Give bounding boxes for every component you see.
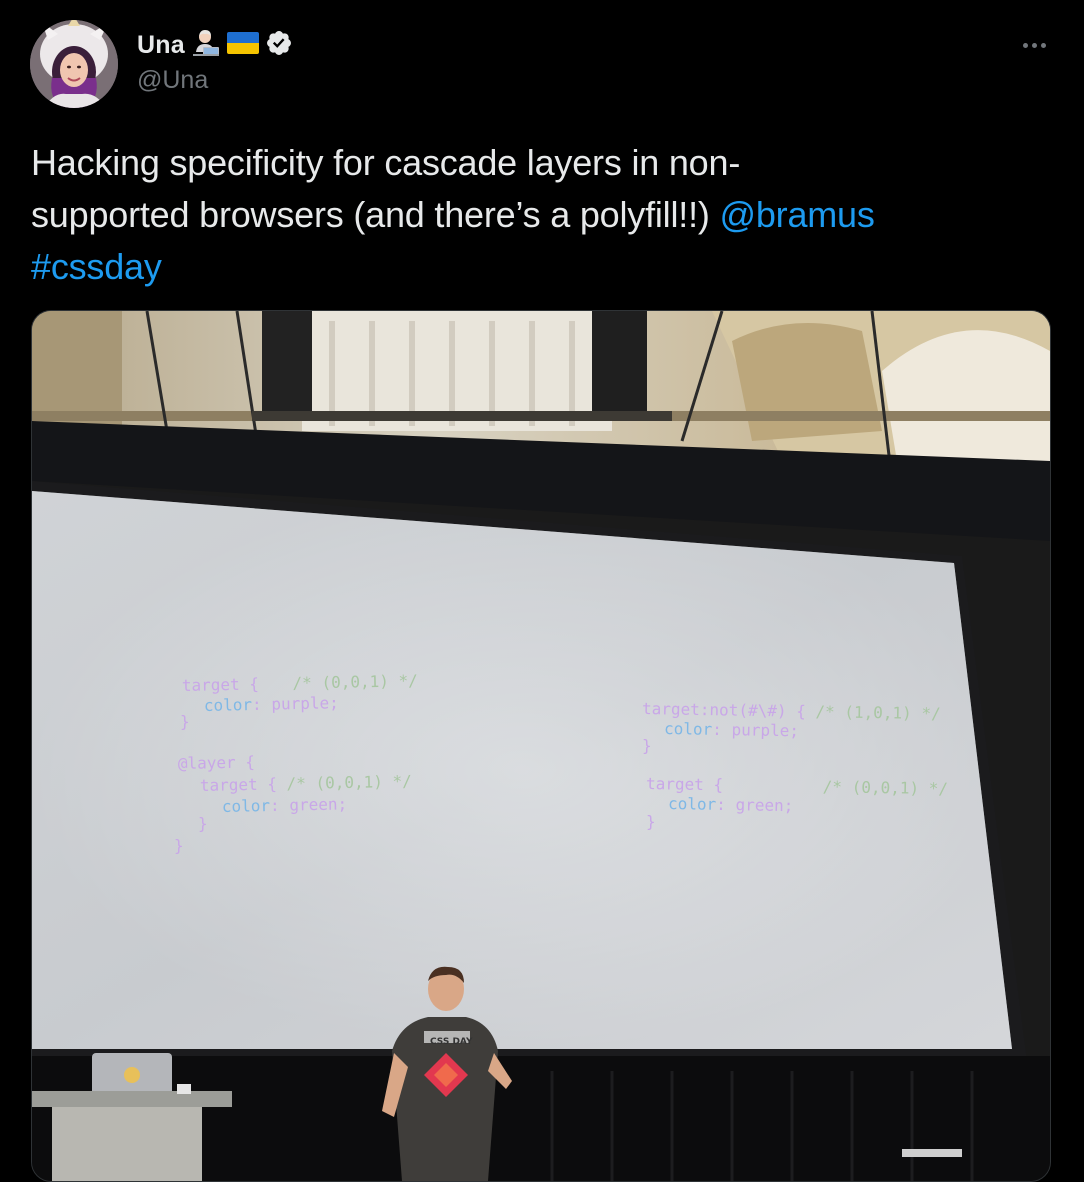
slide-left-line2-property: color	[204, 695, 253, 715]
slide-left-line2-value: purple;	[271, 693, 339, 713]
slide-right-line2-colon: :	[712, 720, 722, 739]
slide-right-line5-colon: :	[716, 795, 726, 814]
slide-left-line6-property: color	[222, 796, 271, 816]
slide-left-line1-selector: target {	[182, 674, 259, 695]
slide-left-line1-comment: /* (0,0,1) */	[292, 671, 418, 693]
author-display-name[interactable]: Una	[137, 31, 185, 60]
woman-technologist-emoji-icon	[191, 28, 221, 63]
avatar-image	[30, 20, 118, 108]
slide-left-line6-colon: :	[270, 796, 280, 815]
tweet-text-line-1: Hacking specificity for cascade layers i…	[31, 142, 741, 183]
slide-right-line4-comment: /* (0,0,1) */	[823, 777, 949, 798]
tweet-photo[interactable]: target { /* (0,0,1) */ color: purple; } …	[31, 310, 1051, 1182]
author-name-row: Una	[137, 27, 293, 63]
svg-text:color: purple;: color: purple;	[204, 693, 339, 715]
author-handle[interactable]: @Una	[137, 66, 208, 95]
tweet-text-line-2: supported browsers (and there’s a polyfi…	[31, 194, 720, 235]
verified-badge-icon	[265, 29, 293, 62]
slide-left-line8: }	[174, 836, 184, 855]
slide-right-line1-comment: /* (1,0,1) */	[815, 702, 941, 723]
more-dot	[1031, 42, 1037, 48]
svg-text:color: green;: color: green;	[222, 794, 348, 816]
slide-right-line5-property: color	[668, 794, 717, 814]
slide-left-line3: }	[180, 712, 190, 731]
tweet-text: Hacking specificity for cascade layers i…	[31, 137, 1041, 293]
slide-left-line6-value: green;	[289, 794, 347, 814]
slide-right-line5-value: green;	[735, 795, 793, 815]
slide-left-line5-selector: target {	[200, 774, 277, 795]
slide-left-line4: @layer {	[178, 752, 255, 773]
shirt-text: CSS DAY	[430, 1037, 473, 1047]
more-options-button[interactable]	[1012, 30, 1056, 60]
slide-right-line6: }	[646, 812, 656, 831]
slide-left-line7: }	[198, 814, 208, 833]
hashtag-link[interactable]: #cssday	[31, 246, 162, 287]
slide-right-line4-selector: target {	[646, 774, 723, 794]
conference-photo: target { /* (0,0,1) */ color: purple; } …	[32, 311, 1050, 1181]
ukraine-flag-icon	[226, 31, 259, 60]
slide-left-line5-comment: /* (0,0,1) */	[286, 772, 412, 794]
more-horizontal-icon	[1022, 42, 1028, 48]
slide-right-line2-value: purple;	[731, 720, 799, 740]
slide-right-line1-selector: target:not(#\#) {	[642, 699, 806, 721]
mention-link[interactable]: @bramus	[719, 194, 874, 235]
slide-right-line2-property: color	[664, 719, 713, 739]
tweet-card: Una @Una Hacking specificity for cascade…	[0, 0, 1084, 1182]
svg-text:color: green;: color: green;	[668, 794, 794, 815]
more-dot	[1040, 42, 1046, 48]
svg-text:color: purple;: color: purple;	[664, 719, 799, 740]
slide-left-line2-colon: :	[252, 695, 262, 714]
slide-right-line3: }	[642, 736, 652, 755]
avatar[interactable]	[30, 20, 118, 108]
